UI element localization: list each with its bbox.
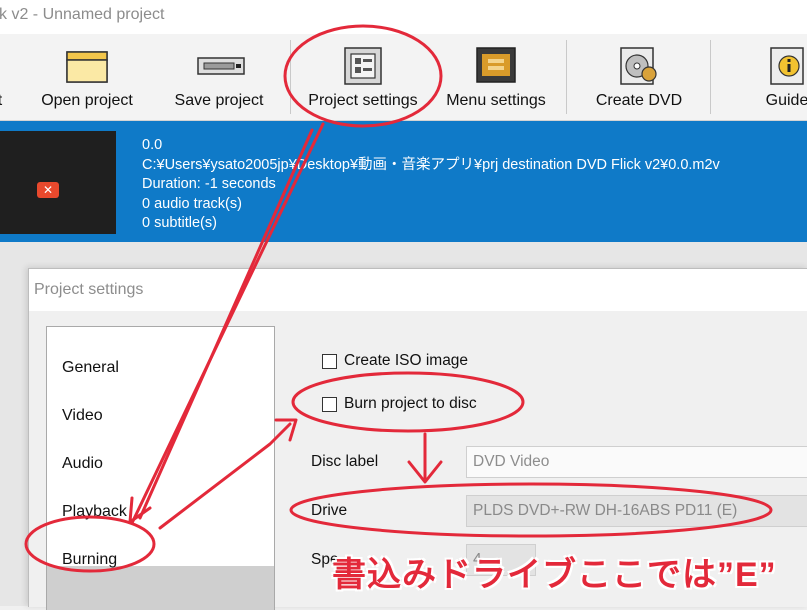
title-name: 0.0 xyxy=(142,137,163,153)
dvd-disc-icon xyxy=(617,46,661,86)
title-audio-tracks: 0 audio track(s) xyxy=(142,195,242,212)
nav-item-general[interactable]: General xyxy=(62,359,119,377)
menu-settings-button[interactable]: Menu settings xyxy=(436,34,556,120)
toolbar-separator xyxy=(290,40,291,114)
nav-item-audio[interactable]: Audio xyxy=(62,455,103,473)
settings-panel-icon xyxy=(341,46,385,86)
nav-item-video[interactable]: Video xyxy=(62,407,103,425)
nav-selection-highlight xyxy=(47,566,274,610)
toolbar-partial-button[interactable]: t xyxy=(0,34,10,120)
burn-to-disc-option[interactable]: Burn project to disc xyxy=(322,395,477,413)
dialog-title: Project settings xyxy=(34,281,144,298)
title-subtitles: 0 subtitle(s) xyxy=(142,215,217,231)
title-path: C:¥Users¥ysato2005jp¥Desktop¥動画・音楽アプリ¥pr… xyxy=(142,156,720,173)
title-bar: k v2 - Unnamed project xyxy=(0,0,807,34)
error-x-icon: ✕ xyxy=(37,182,59,198)
settings-category-list: General Video Audio Playback Burning xyxy=(46,326,275,610)
disc-label-input[interactable]: DVD Video xyxy=(466,446,807,478)
title-details: 0.0 C:¥Users¥ysato2005jp¥Desktop¥動画・音楽アプ… xyxy=(142,136,720,234)
title-info-bar[interactable]: ✕ 0.0 C:¥Users¥ysato2005jp¥Desktop¥動画・音楽… xyxy=(0,121,807,242)
title-duration: Duration: -1 seconds xyxy=(142,176,276,192)
annotation-note: 書込みドライブここでは”E” xyxy=(332,556,777,594)
create-dvd-button[interactable]: Create DVD xyxy=(580,34,698,120)
menu-settings-label: Menu settings xyxy=(446,92,546,109)
title-thumbnail: ✕ xyxy=(0,131,116,234)
drive-label: Drive xyxy=(311,502,348,519)
create-iso-checkbox[interactable] xyxy=(322,353,337,369)
nav-item-playback[interactable]: Playback xyxy=(62,503,127,521)
open-project-label: Open project xyxy=(41,92,133,109)
open-project-button[interactable]: Open project xyxy=(28,34,146,120)
toolbar-separator xyxy=(566,40,567,114)
save-drive-icon xyxy=(197,46,245,86)
menu-monitor-icon xyxy=(474,46,518,86)
toolbar-partial-label: t xyxy=(0,92,2,110)
folder-icon xyxy=(65,46,109,86)
save-project-button[interactable]: Save project xyxy=(160,34,278,120)
create-dvd-label: Create DVD xyxy=(595,92,683,109)
main-toolbar: t Open project Save project xyxy=(0,34,807,121)
window-title: k v2 - Unnamed project xyxy=(0,6,165,23)
burn-to-disc-checkbox[interactable] xyxy=(322,396,337,412)
guide-info-icon xyxy=(765,46,807,86)
nav-item-burning[interactable]: Burning xyxy=(62,551,117,569)
create-iso-option[interactable]: Create ISO image xyxy=(322,352,468,370)
drive-select[interactable]: PLDS DVD+-RW DH-16ABS PD11 (E) xyxy=(466,495,807,527)
disc-label-label: Disc label xyxy=(311,453,379,470)
burn-to-disc-label: Burn project to disc xyxy=(344,395,477,412)
toolbar-separator xyxy=(710,40,711,114)
project-settings-button[interactable]: Project settings xyxy=(300,34,426,120)
save-project-label: Save project xyxy=(174,92,264,109)
guide-label: Guide xyxy=(765,92,807,109)
project-settings-label: Project settings xyxy=(308,92,418,109)
guide-button[interactable]: Guide xyxy=(752,34,807,120)
create-iso-label: Create ISO image xyxy=(344,352,469,369)
